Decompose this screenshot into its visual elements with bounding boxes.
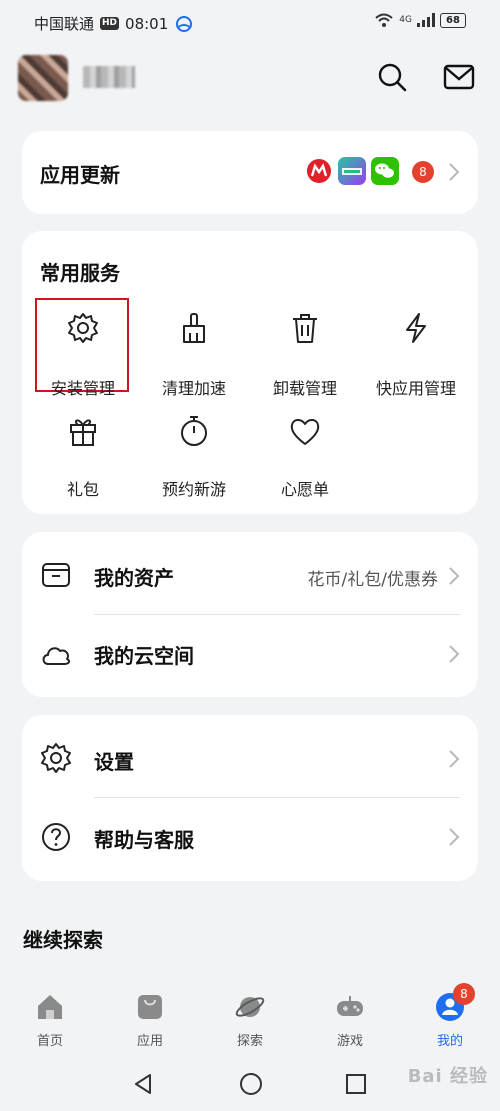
- service-gift[interactable]: 礼包: [28, 414, 138, 504]
- app-update-title: 应用更新: [40, 163, 120, 187]
- box-icon: [42, 563, 70, 587]
- service-clean-speedup[interactable]: 清理加速: [139, 311, 249, 401]
- nav-label: 首页: [36, 1034, 63, 1049]
- nav-games[interactable]: 游戏: [320, 992, 380, 1049]
- gear-icon: [41, 743, 71, 773]
- wifi-icon: [375, 13, 393, 27]
- nav-label: 探索: [236, 1034, 263, 1049]
- metro-app-icon: [305, 157, 333, 185]
- nav-explore[interactable]: 探索: [220, 992, 280, 1049]
- stopwatch-icon: [181, 416, 207, 446]
- service-label: 快应用管理: [375, 379, 456, 398]
- bolt-icon: [406, 313, 426, 343]
- battery-icon: 68: [440, 12, 466, 28]
- signal-icon: [417, 13, 435, 27]
- help-label: 帮助与客服: [94, 828, 194, 852]
- hd-icon: HD: [100, 17, 120, 30]
- my-assets-row[interactable]: 我的资产 花币/礼包/优惠券: [22, 532, 478, 614]
- nav-label: 游戏: [336, 1034, 363, 1049]
- bag-icon: [138, 995, 162, 1019]
- my-cloud-label: 我的云空间: [94, 644, 194, 668]
- trash-icon: [293, 314, 317, 343]
- status-bar: 中国联通 HD 08:01 4G 68: [0, 0, 500, 46]
- home-button-icon[interactable]: [239, 1072, 263, 1096]
- wechat-app-icon: [371, 157, 399, 185]
- nav-label: 应用: [136, 1034, 163, 1049]
- nav-home[interactable]: 首页: [20, 992, 80, 1049]
- gamepad-icon: [337, 996, 363, 1016]
- services-title: 常用服务: [40, 261, 120, 285]
- service-label: 礼包: [66, 480, 99, 499]
- service-label: 心愿单: [280, 480, 329, 499]
- chevron-right-icon: [449, 750, 460, 768]
- nav-mine-badge: 8: [453, 983, 475, 1005]
- chevron-right-icon: [449, 567, 460, 585]
- cloud-icon: [176, 15, 193, 32]
- nav-label: 我的: [436, 1034, 463, 1049]
- settings-label: 设置: [94, 750, 134, 774]
- time-label: 08:01: [125, 14, 169, 33]
- service-label: 预约新游: [161, 480, 226, 499]
- update-count-badge: 8: [412, 161, 434, 183]
- my-assets-label: 我的资产: [94, 566, 174, 590]
- explore-title: 继续探索: [23, 928, 103, 952]
- service-quick-app-manage[interactable]: 快应用管理: [361, 311, 471, 401]
- chevron-right-icon: [449, 828, 460, 846]
- my-cloud-row[interactable]: 我的云空间: [22, 615, 478, 697]
- nav-apps[interactable]: 应用: [120, 992, 180, 1049]
- assets-card: 我的资产 花币/礼包/优惠券 我的云空间: [22, 532, 478, 697]
- settings-row[interactable]: 设置: [22, 715, 478, 797]
- battery-level: 68: [446, 14, 460, 26]
- my-assets-extra: 花币/礼包/优惠券: [307, 570, 438, 590]
- settings-card: 设置 帮助与客服: [22, 715, 478, 881]
- iqiyi-app-icon: [338, 157, 366, 185]
- service-reserve-game[interactable]: 预约新游: [139, 414, 249, 504]
- broom-icon: [183, 313, 205, 343]
- service-label: 清理加速: [161, 379, 226, 398]
- planet-icon: [235, 997, 265, 1017]
- username[interactable]: [83, 66, 135, 88]
- watermark: Bai 经验: [407, 1066, 488, 1087]
- heart-icon: [290, 419, 320, 445]
- service-label: 卸载管理: [272, 379, 337, 398]
- app-update-card[interactable]: 应用更新 8: [22, 131, 478, 214]
- gear-icon: [68, 313, 98, 343]
- search-icon[interactable]: [375, 60, 409, 94]
- service-uninstall-manage[interactable]: 卸载管理: [250, 311, 360, 401]
- back-icon[interactable]: [132, 1072, 154, 1096]
- status-right: 4G 68: [374, 12, 466, 28]
- status-left: 中国联通 HD 08:01: [34, 13, 194, 34]
- network-label: 4G: [399, 15, 412, 25]
- carrier-label: 中国联通: [34, 15, 95, 33]
- avatar[interactable]: [18, 55, 68, 101]
- service-install-manage[interactable]: 安装管理: [28, 311, 138, 401]
- cloud-icon: [42, 647, 71, 665]
- recents-icon[interactable]: [345, 1072, 367, 1096]
- chevron-right-icon: [449, 645, 460, 663]
- gift-icon: [70, 419, 96, 446]
- chevron-right-icon: [449, 163, 460, 181]
- help-row[interactable]: 帮助与客服: [22, 798, 478, 881]
- help-icon: [42, 823, 70, 851]
- services-card: 常用服务 安装管理 清理加速 卸载管理 快应用管理 礼包 预约新游 心愿单: [22, 231, 478, 514]
- service-label: 安装管理: [50, 379, 115, 398]
- home-icon: [38, 995, 62, 1019]
- mail-icon[interactable]: [442, 60, 476, 94]
- service-wishlist[interactable]: 心愿单: [250, 414, 360, 504]
